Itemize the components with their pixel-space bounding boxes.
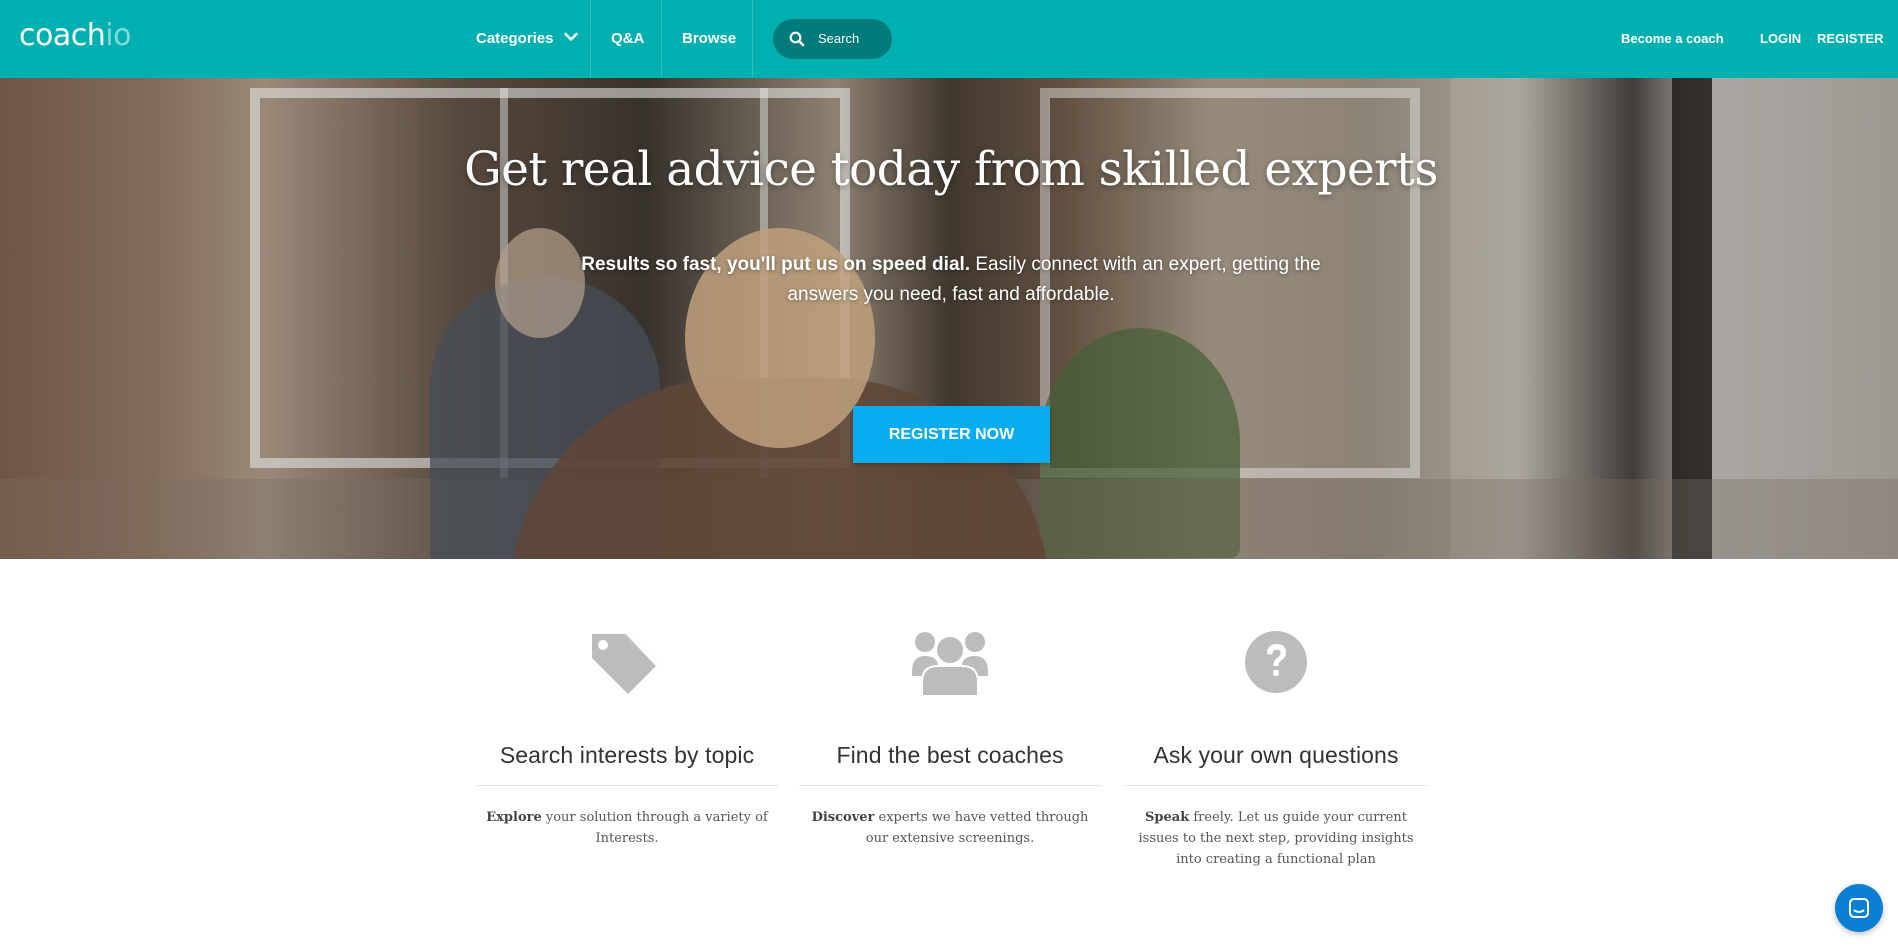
search-icon: [789, 31, 805, 50]
hero-subtitle-bold: Results so fast, you'll put us on speed …: [581, 254, 971, 275]
hero-background-person-head: [495, 228, 585, 338]
feature-description-bold: Discover: [811, 810, 875, 825]
feature-divider: [476, 785, 778, 786]
feature-description-bold: Explore: [486, 810, 542, 825]
nav-divider: [661, 0, 662, 78]
users-icon: [799, 622, 1101, 702]
register-now-button[interactable]: REGISTER NOW: [853, 406, 1050, 463]
nav-divider: [590, 0, 591, 78]
nav-qa-link[interactable]: Q&A: [611, 0, 644, 78]
feature-divider: [799, 785, 1101, 786]
nav-categories-label: Categories: [476, 30, 554, 47]
search-placeholder: Search: [818, 31, 860, 46]
nav-browse-link[interactable]: Browse: [682, 0, 736, 78]
coachio-logo[interactable]: coachio: [19, 16, 131, 56]
top-navigation-bar: coachio Categories Q&A Browse Search Bec…: [0, 0, 1898, 78]
feature-description-rest: experts we have vetted through our exten…: [865, 810, 1089, 846]
feature-find-coaches: Find the best coaches Discover experts w…: [799, 622, 1101, 849]
feature-title: Search interests by topic: [499, 742, 755, 768]
feature-description: Explore your solution through a variety …: [482, 807, 772, 849]
logo-text-part1: coach: [19, 18, 106, 53]
feature-search-topics: Search interests by topic Explore your s…: [476, 622, 778, 849]
feature-ask-questions: Ask your own questions Speak freely. Let…: [1125, 622, 1427, 870]
feature-description: Speak freely. Let us guide your current …: [1131, 807, 1421, 870]
become-a-coach-link[interactable]: Become a coach: [1621, 0, 1724, 78]
tags-icon: [476, 622, 778, 702]
feature-description-bold: Speak: [1145, 810, 1190, 825]
feature-title: Ask your own questions: [1153, 742, 1399, 768]
question-circle-icon: [1125, 622, 1427, 702]
chevron-down-icon: [563, 0, 578, 77]
feature-title: Find the best coaches: [836, 742, 1064, 768]
chat-launcher-button[interactable]: [1835, 884, 1883, 932]
feature-description: Discover experts we have vetted through …: [805, 807, 1095, 849]
login-link[interactable]: LOGIN: [1760, 0, 1801, 78]
nav-divider: [752, 0, 753, 78]
hero-subtitle: Results so fast, you'll put us on speed …: [576, 250, 1326, 310]
hero-section: Get real advice today from skilled exper…: [0, 78, 1898, 559]
nav-categories-dropdown[interactable]: Categories: [476, 0, 578, 78]
chat-icon: [1849, 898, 1869, 918]
logo-text-part2: io: [105, 18, 131, 53]
feature-description-rest: your solution through a variety of Inter…: [541, 810, 768, 846]
feature-divider: [1125, 785, 1427, 786]
search-button[interactable]: Search: [773, 19, 892, 59]
hero-title: Get real advice today from skilled exper…: [464, 142, 1438, 197]
register-link[interactable]: REGISTER: [1817, 0, 1883, 78]
